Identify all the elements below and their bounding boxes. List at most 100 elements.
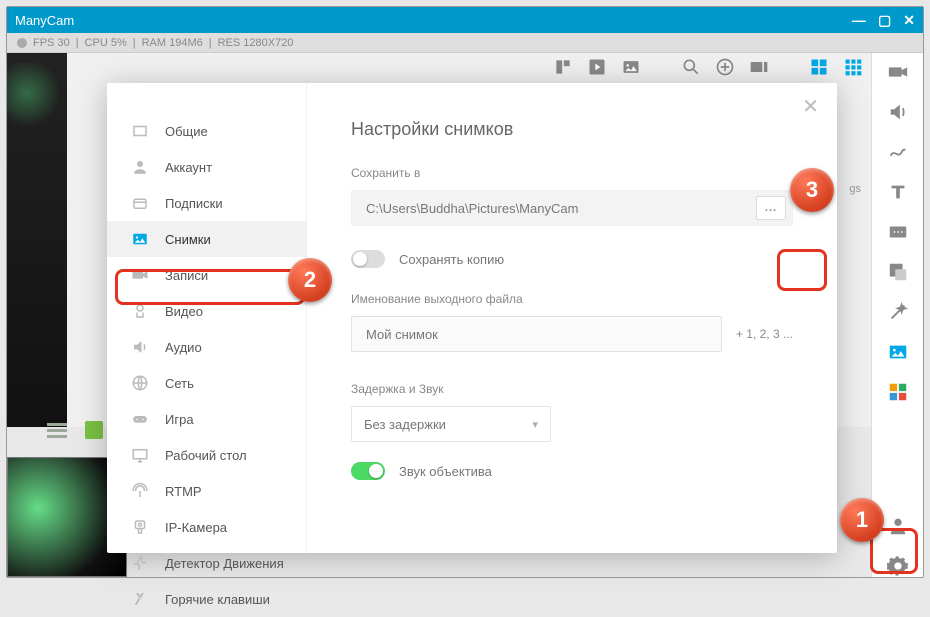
sidebar-item-rtmp[interactable]: RTMP <box>107 473 306 509</box>
delay-label: Задержка и Звук <box>351 382 793 396</box>
user-icon[interactable] <box>887 515 909 537</box>
sidebar-item-recordings[interactable]: Записи <box>107 257 306 293</box>
sidebar-item-network[interactable]: Сеть <box>107 365 306 401</box>
settings-sidebar: Общие Аккаунт Подписки Снимки Записи Вид… <box>107 83 307 553</box>
hotkeys-icon <box>131 590 149 608</box>
dialog-close-icon[interactable]: ✕ <box>802 97 819 117</box>
sidebar-item-label: RTMP <box>165 484 202 499</box>
play-icon[interactable] <box>587 57 607 77</box>
network-icon <box>131 374 149 392</box>
desktop-icon <box>131 446 149 464</box>
sidebar-item-motion[interactable]: Детектор Движения <box>107 545 306 581</box>
close-icon[interactable]: ✕ <box>903 13 915 27</box>
naming-input[interactable] <box>351 316 722 352</box>
motion-icon <box>131 554 149 572</box>
ipcamera-icon <box>131 518 149 536</box>
statusbar: FPS 30 | CPU 5% | RAM 194M6 | RES 1280X7… <box>7 33 923 53</box>
marker-2: 2 <box>288 258 332 302</box>
effects-icon[interactable] <box>887 221 909 243</box>
audio-icon <box>131 338 149 356</box>
gear-icon[interactable] <box>887 555 909 577</box>
titlebar: ManyCam — ▢ ✕ <box>7 7 923 33</box>
save-copy-toggle[interactable] <box>351 250 385 268</box>
delay-value: Без задержки <box>364 417 446 432</box>
right-toolbar <box>871 53 923 577</box>
marker-3: 3 <box>790 168 834 212</box>
shutter-toggle[interactable] <box>351 462 385 480</box>
sidebar-item-label: Аудио <box>165 340 202 355</box>
grid-small-icon[interactable] <box>843 57 863 77</box>
gallery-button[interactable] <box>85 421 103 439</box>
general-icon <box>131 122 149 140</box>
sidebar-item-label: Аккаунт <box>165 160 212 175</box>
grid-large-icon[interactable] <box>809 57 829 77</box>
subscription-icon <box>131 194 149 212</box>
sidebar-item-label: Записи <box>165 268 208 283</box>
sidebar-item-label: IP-Камера <box>165 520 227 535</box>
sidebar-item-desktop[interactable]: Рабочий стол <box>107 437 306 473</box>
game-icon <box>131 410 149 428</box>
sidebar-item-general[interactable]: Общие <box>107 113 306 149</box>
video-icon <box>131 302 149 320</box>
status-cpu: CPU 5% <box>85 37 127 49</box>
browse-button[interactable]: ... <box>756 196 786 220</box>
sidebar-item-audio[interactable]: Аудио <box>107 329 306 365</box>
camera-icon[interactable] <box>887 61 909 83</box>
rtmp-icon <box>131 482 149 500</box>
sidebar-item-subscriptions[interactable]: Подписки <box>107 185 306 221</box>
delay-select[interactable]: Без задержки ▾ <box>351 406 551 442</box>
account-icon <box>131 158 149 176</box>
sidebar-item-label: Игра <box>165 412 194 427</box>
sidebar-item-account[interactable]: Аккаунт <box>107 149 306 185</box>
shutter-row: Звук объектива <box>351 462 793 480</box>
recordings-icon <box>131 266 149 284</box>
app-title: ManyCam <box>15 13 852 28</box>
minimize-icon[interactable]: — <box>852 13 866 27</box>
sidebar-item-ipcamera[interactable]: IP-Камера <box>107 509 306 545</box>
main-area: gs <box>7 53 923 577</box>
overlay-icon[interactable] <box>887 261 909 283</box>
sidebar-item-label: Горячие клавиши <box>165 592 270 607</box>
sidebar-item-hotkeys[interactable]: Горячие клавиши <box>107 581 306 617</box>
add-icon[interactable] <box>715 57 735 77</box>
menu-icon[interactable] <box>47 423 67 438</box>
save-path-value: C:\Users\Buddha\Pictures\ManyCam <box>366 201 756 216</box>
shutter-label: Звук объектива <box>399 464 492 479</box>
naming-label: Именование выходного файла <box>351 292 793 306</box>
status-res: RES 1280X720 <box>218 37 294 49</box>
save-path-field: C:\Users\Buddha\Pictures\ManyCam ... <box>351 190 793 226</box>
app-window: ManyCam — ▢ ✕ FPS 30 | CPU 5% | RAM 194M… <box>6 6 924 578</box>
sidebar-item-label: Снимки <box>165 232 211 247</box>
picture-tool-icon[interactable] <box>887 341 909 363</box>
gallery-icon[interactable] <box>749 57 769 77</box>
apps-icon[interactable] <box>887 381 909 403</box>
sidebar-item-game[interactable]: Игра <box>107 401 306 437</box>
status-ram: RAM 194M6 <box>142 37 203 49</box>
text-icon[interactable] <box>887 181 909 203</box>
save-copy-row: Сохранять копию <box>351 250 793 268</box>
save-copy-label: Сохранять копию <box>399 252 504 267</box>
settings-content: Настройки снимков Сохранить в C:\Users\B… <box>307 83 837 553</box>
snapshots-icon <box>131 230 149 248</box>
status-dot-icon <box>17 38 27 48</box>
sidebar-item-label: Общие <box>165 124 208 139</box>
maximize-icon[interactable]: ▢ <box>878 13 891 27</box>
window-controls: — ▢ ✕ <box>852 13 915 27</box>
marker-1: 1 <box>840 498 884 542</box>
sidebar-item-snapshots[interactable]: Снимки <box>107 221 306 257</box>
settings-title: Настройки снимков <box>351 119 793 140</box>
sidebar-item-video[interactable]: Видео <box>107 293 306 329</box>
sidebar-item-label: Сеть <box>165 376 194 391</box>
status-fps: FPS 30 <box>33 37 70 49</box>
draw-icon[interactable] <box>887 141 909 163</box>
save-to-label: Сохранить в <box>351 166 793 180</box>
presets-icon[interactable] <box>553 57 573 77</box>
sidebar-item-label: Видео <box>165 304 203 319</box>
sidebar-item-label: Рабочий стол <box>165 448 247 463</box>
settings-dialog: ✕ Общие Аккаунт Подписки Снимки Записи В… <box>107 83 837 553</box>
search-icon[interactable] <box>681 57 701 77</box>
picture-icon[interactable] <box>621 57 641 77</box>
wand-icon[interactable] <box>887 301 909 323</box>
top-toolbar <box>553 57 863 77</box>
sound-icon[interactable] <box>887 101 909 123</box>
